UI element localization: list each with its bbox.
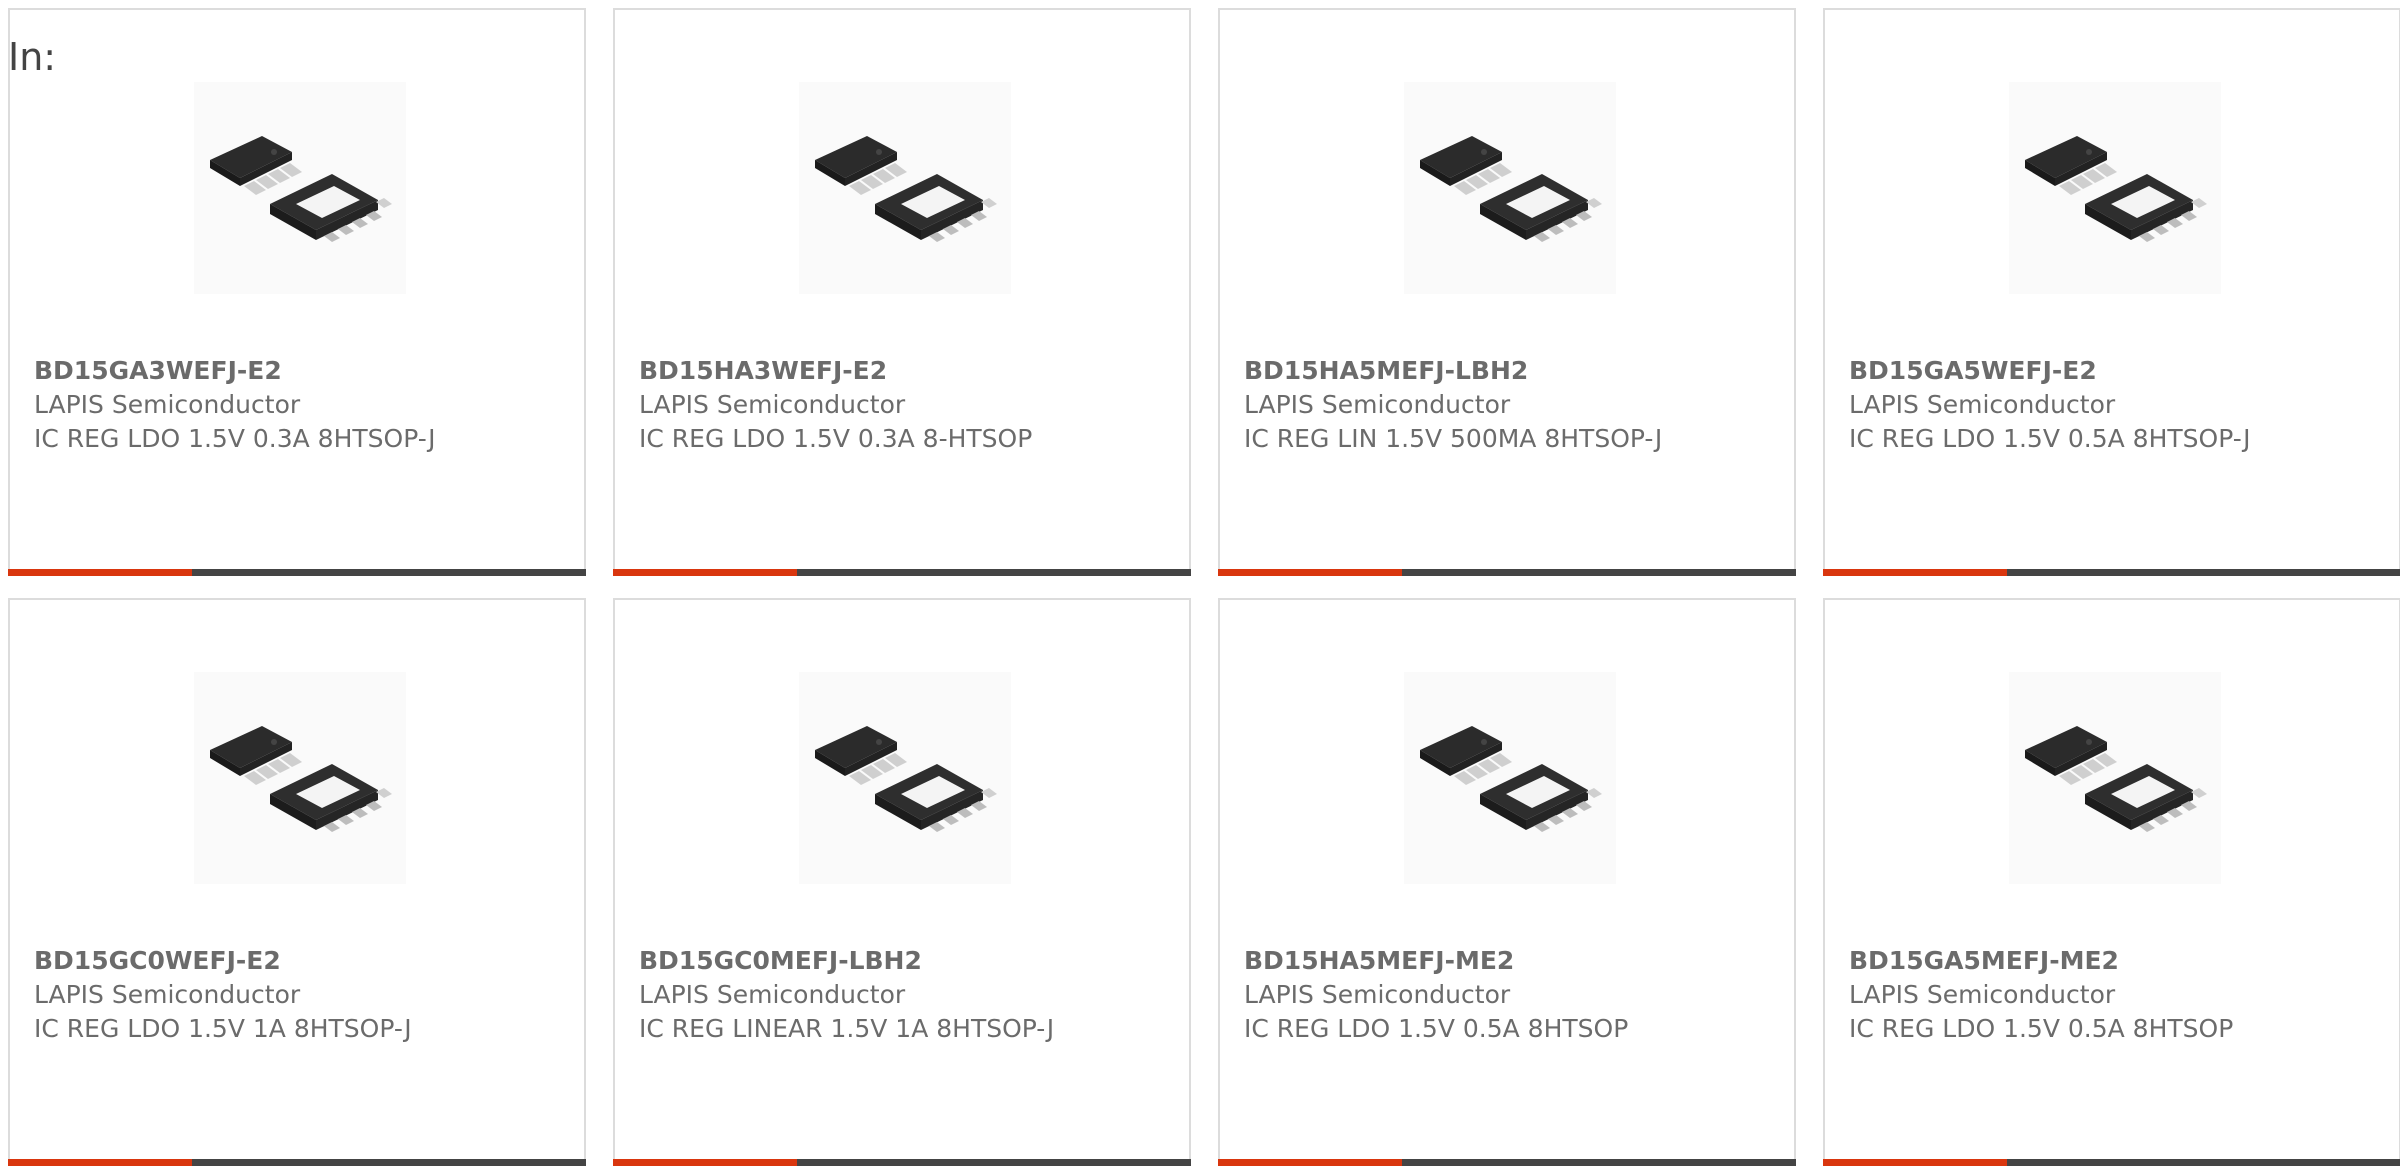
product-card[interactable]: BD15GC0WEFJ-E2 LAPIS Semiconductor IC RE… xyxy=(8,598,586,1166)
product-description: IC REG LIN 1.5V 500MA 8HTSOP-J xyxy=(1244,424,1663,453)
ic-chip-htsop8-icon xyxy=(1410,118,1610,258)
product-card[interactable]: BD15GC0MEFJ-LBH2 LAPIS Semiconductor IC … xyxy=(613,598,1191,1166)
product-card[interactable]: BD15GA5MEFJ-ME2 LAPIS Semiconductor IC R… xyxy=(1823,598,2400,1166)
ic-chip-htsop8-icon xyxy=(2015,708,2215,848)
product-info: BD15GA3WEFJ-E2 LAPIS Semiconductor IC RE… xyxy=(34,354,504,456)
product-image[interactable] xyxy=(194,672,406,884)
product-info: BD15HA3WEFJ-E2 LAPIS Semiconductor IC RE… xyxy=(639,354,1109,456)
product-description: IC REG LDO 1.5V 0.5A 8HTSOP xyxy=(1244,1014,1629,1043)
product-card[interactable]: BD15HA5MEFJ-ME2 LAPIS Semiconductor IC R… xyxy=(1218,598,1796,1166)
card-accent-bar xyxy=(1218,569,1402,576)
product-info: BD15HA5MEFJ-LBH2 LAPIS Semiconductor IC … xyxy=(1244,354,1714,456)
card-bottom-bar xyxy=(1823,569,2400,576)
card-bottom-bar xyxy=(1218,1159,1796,1166)
manufacturer-name: LAPIS Semiconductor xyxy=(1849,980,2116,1009)
product-card[interactable]: BD15GA3WEFJ-E2 LAPIS Semiconductor IC RE… xyxy=(8,8,586,576)
product-info: BD15HA5MEFJ-ME2 LAPIS Semiconductor IC R… xyxy=(1244,944,1714,1046)
product-description: IC REG LDO 1.5V 0.5A 8HTSOP-J xyxy=(1849,424,2251,453)
manufacturer-name: LAPIS Semiconductor xyxy=(1849,390,2116,419)
card-bottom-bar xyxy=(1823,1159,2400,1166)
part-number-link[interactable]: BD15HA5MEFJ-LBH2 xyxy=(1244,354,1714,388)
product-image[interactable] xyxy=(2009,672,2221,884)
card-accent-bar xyxy=(1823,569,2007,576)
card-accent-bar xyxy=(8,569,192,576)
product-description: IC REG LDO 1.5V 0.3A 8HTSOP-J xyxy=(34,424,436,453)
product-description: IC REG LDO 1.5V 0.5A 8HTSOP xyxy=(1849,1014,2234,1043)
product-info: BD15GC0WEFJ-E2 LAPIS Semiconductor IC RE… xyxy=(34,944,504,1046)
product-image[interactable] xyxy=(799,672,1011,884)
manufacturer-name: LAPIS Semiconductor xyxy=(639,980,906,1009)
ic-chip-htsop8-icon xyxy=(200,118,400,258)
product-card[interactable]: BD15GA5WEFJ-E2 LAPIS Semiconductor IC RE… xyxy=(1823,8,2400,576)
ic-chip-htsop8-icon xyxy=(805,118,1005,258)
card-bottom-bar xyxy=(1218,569,1796,576)
product-info: BD15GC0MEFJ-LBH2 LAPIS Semiconductor IC … xyxy=(639,944,1109,1046)
card-bottom-bar xyxy=(613,1159,1191,1166)
product-grid: BD15GA3WEFJ-E2 LAPIS Semiconductor IC RE… xyxy=(8,8,2400,1166)
part-number-link[interactable]: BD15HA5MEFJ-ME2 xyxy=(1244,944,1714,978)
part-number-link[interactable]: BD15GA5MEFJ-ME2 xyxy=(1849,944,2319,978)
product-description: IC REG LINEAR 1.5V 1A 8HTSOP-J xyxy=(639,1014,1055,1043)
product-image[interactable] xyxy=(2009,82,2221,294)
card-accent-bar xyxy=(613,1159,797,1166)
card-bottom-bar xyxy=(8,1159,586,1166)
card-accent-bar xyxy=(1218,1159,1402,1166)
part-number-link[interactable]: BD15HA3WEFJ-E2 xyxy=(639,354,1109,388)
product-card[interactable]: BD15HA5MEFJ-LBH2 LAPIS Semiconductor IC … xyxy=(1218,8,1796,576)
product-image[interactable] xyxy=(194,82,406,294)
manufacturer-name: LAPIS Semiconductor xyxy=(34,980,301,1009)
product-card[interactable]: BD15HA3WEFJ-E2 LAPIS Semiconductor IC RE… xyxy=(613,8,1191,576)
ic-chip-htsop8-icon xyxy=(805,708,1005,848)
manufacturer-name: LAPIS Semiconductor xyxy=(34,390,301,419)
card-accent-bar xyxy=(1823,1159,2007,1166)
card-accent-bar xyxy=(8,1159,192,1166)
in-label: In: xyxy=(8,35,57,79)
product-info: BD15GA5MEFJ-ME2 LAPIS Semiconductor IC R… xyxy=(1849,944,2319,1046)
part-number-link[interactable]: BD15GA3WEFJ-E2 xyxy=(34,354,504,388)
manufacturer-name: LAPIS Semiconductor xyxy=(1244,390,1511,419)
ic-chip-htsop8-icon xyxy=(1410,708,1610,848)
part-number-link[interactable]: BD15GC0WEFJ-E2 xyxy=(34,944,504,978)
card-bottom-bar xyxy=(8,569,586,576)
part-number-link[interactable]: BD15GC0MEFJ-LBH2 xyxy=(639,944,1109,978)
manufacturer-name: LAPIS Semiconductor xyxy=(1244,980,1511,1009)
product-image[interactable] xyxy=(1404,672,1616,884)
product-description: IC REG LDO 1.5V 0.3A 8-HTSOP xyxy=(639,424,1033,453)
product-description: IC REG LDO 1.5V 1A 8HTSOP-J xyxy=(34,1014,412,1043)
product-image[interactable] xyxy=(1404,82,1616,294)
product-info: BD15GA5WEFJ-E2 LAPIS Semiconductor IC RE… xyxy=(1849,354,2319,456)
product-image[interactable] xyxy=(799,82,1011,294)
manufacturer-name: LAPIS Semiconductor xyxy=(639,390,906,419)
ic-chip-htsop8-icon xyxy=(200,708,400,848)
part-number-link[interactable]: BD15GA5WEFJ-E2 xyxy=(1849,354,2319,388)
card-bottom-bar xyxy=(613,569,1191,576)
card-accent-bar xyxy=(613,569,797,576)
ic-chip-htsop8-icon xyxy=(2015,118,2215,258)
